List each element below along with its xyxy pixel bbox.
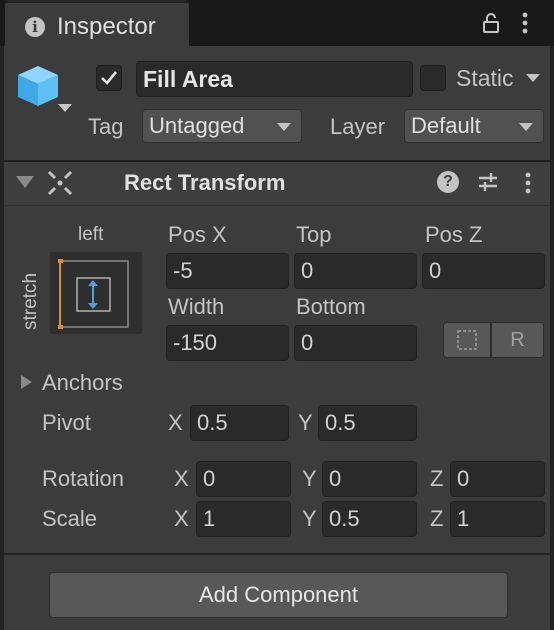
pivot-y-label[interactable]: Y [298, 410, 313, 436]
rotation-z-label[interactable]: Z [430, 466, 443, 492]
rotation-x-field[interactable]: 0 [196, 461, 291, 497]
rotation-z-field[interactable]: 0 [450, 461, 545, 497]
anchor-vertical-label: stretch [20, 272, 41, 330]
component-divider [4, 553, 550, 555]
pos-z-label: Pos Z [425, 222, 483, 247]
help-icon[interactable]: ? [437, 171, 459, 193]
checkmark-icon [101, 71, 118, 85]
pos-x-field[interactable]: -5 [166, 253, 289, 289]
scale-x-field[interactable]: 1 [196, 501, 291, 537]
scale-y-field[interactable]: 0.5 [322, 501, 417, 537]
anchor-presets-button[interactable] [50, 252, 142, 334]
chevron-down-icon [277, 123, 291, 131]
scale-x-label[interactable]: X [174, 506, 189, 532]
blueprint-mode-icon [457, 330, 477, 350]
layer-label: Layer [330, 114, 386, 139]
layer-dropdown[interactable]: Default [404, 109, 544, 143]
bottom-field[interactable]: 0 [294, 325, 417, 361]
raw-edit-button[interactable]: R [491, 322, 544, 358]
rotation-y-label[interactable]: Y [302, 466, 317, 492]
pos-z-field[interactable]: 0 [422, 253, 545, 289]
rotation-x-label[interactable]: X [174, 466, 189, 492]
rotation-label: Rotation [42, 466, 124, 491]
width-label: Width [168, 294, 225, 319]
tab-inspector[interactable]: i Inspector [5, 0, 189, 46]
pivot-label: Pivot [42, 410, 91, 435]
top-label: Top [296, 222, 332, 247]
width-field[interactable]: -150 [166, 325, 289, 361]
scale-z-label[interactable]: Z [430, 506, 443, 532]
pos-x-label: Pos X [168, 222, 227, 247]
foldout-expanded-icon[interactable] [16, 176, 34, 188]
add-component-button[interactable]: Add Component [49, 572, 508, 618]
top-field[interactable]: 0 [294, 253, 417, 289]
anchors-foldout[interactable]: Anchors [42, 370, 123, 396]
foldout-collapsed-icon[interactable] [21, 375, 32, 389]
tab-menu-icon[interactable] [518, 10, 532, 36]
scale-z-field[interactable]: 1 [450, 501, 545, 537]
presets-icon[interactable] [476, 170, 500, 194]
gameobject-cube-icon[interactable] [16, 62, 74, 118]
info-icon: i [25, 17, 45, 37]
static-dropdown-icon[interactable] [526, 74, 540, 82]
blueprint-mode-button[interactable] [443, 322, 491, 358]
lock-icon[interactable] [480, 12, 502, 34]
chevron-down-icon [519, 123, 533, 131]
active-checkbox[interactable] [96, 65, 122, 91]
pivot-x-label[interactable]: X [168, 410, 183, 436]
anchor-preset-icon [58, 259, 129, 329]
rotation-y-field[interactable]: 0 [322, 461, 417, 497]
tag-label: Tag [88, 114, 124, 139]
static-label: Static [456, 65, 514, 91]
scale-label: Scale [42, 506, 98, 531]
scale-y-label[interactable]: Y [302, 506, 317, 532]
static-checkbox[interactable] [420, 65, 446, 91]
tag-dropdown[interactable]: Untagged [142, 109, 302, 143]
bottom-label: Bottom [296, 294, 366, 319]
tab-inspector-label: Inspector [57, 13, 156, 40]
tag-value: Untagged [149, 113, 245, 138]
anchor-horizontal-label: left [78, 224, 104, 245]
component-title: Rect Transform [124, 170, 286, 195]
layer-value: Default [411, 113, 481, 138]
name-field[interactable]: Fill Area [136, 61, 413, 97]
component-menu-icon[interactable] [521, 170, 535, 196]
pivot-x-field[interactable]: 0.5 [190, 405, 289, 441]
pivot-y-field[interactable]: 0.5 [318, 405, 417, 441]
rect-transform-icon [47, 170, 73, 196]
